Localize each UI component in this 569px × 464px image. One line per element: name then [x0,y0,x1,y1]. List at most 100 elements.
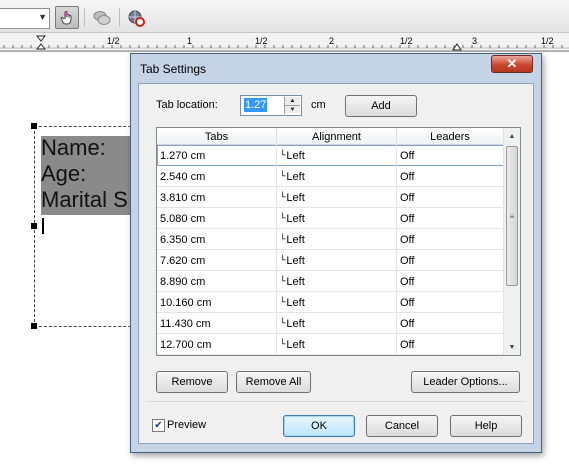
table-row[interactable]: 11.430 cm └ Left Off [157,313,504,334]
column-header-leaders[interactable]: Leaders [397,128,504,145]
alignment-cell[interactable]: └ Left [277,334,397,355]
preview-checkbox[interactable]: ✔ [152,419,165,432]
table-row[interactable]: 12.700 cm └ Left Off [157,334,504,355]
list-header: Tabs Alignment Leaders [157,128,504,145]
left-tab-icon: └ [280,276,286,287]
right-indent-marker-icon[interactable] [452,41,462,51]
leader-cell[interactable]: Off [397,166,504,187]
horizontal-ruler[interactable]: 1/2 1 1/2 2 1/2 3 1/2 [0,33,569,51]
ruler-mark: 1 [187,36,193,46]
left-tab-icon: └ [280,339,286,350]
table-row[interactable]: 1.270 cm └ Left Off [157,145,504,166]
remove-button[interactable]: Remove [156,371,228,393]
toolbar-separator [119,8,120,27]
tabs-list[interactable]: Tabs Alignment Leaders 1.270 cm └ Left Off 2… [156,127,521,356]
alignment-text: Left [286,254,305,267]
dialog-body: Tab location: 1.27 ▲ ▼ cm Add Tabs Align… [138,83,534,444]
leader-cell[interactable]: Off [397,250,504,271]
help-button[interactable]: Help [450,415,522,437]
alignment-text: Left [286,338,305,351]
ruler-mark: 3 [472,36,478,46]
tab-position-cell[interactable]: 10.160 cm [157,292,277,313]
scrollbar-thumb[interactable]: ≡ [506,146,518,286]
leader-cell[interactable]: Off [397,313,504,334]
table-row[interactable]: 3.810 cm └ Left Off [157,187,504,208]
alignment-cell[interactable]: └ Left [277,250,397,271]
left-tab-icon: └ [280,234,286,245]
alignment-cell[interactable]: └ Left [277,271,397,292]
alignment-text: Left [286,233,305,246]
leader-cell[interactable]: Off [397,145,504,166]
alignment-text: Left [286,212,305,225]
tab-position-cell[interactable]: 5.080 cm [157,208,277,229]
table-row[interactable]: 5.080 cm └ Left Off [157,208,504,229]
left-tab-icon: └ [280,255,286,266]
tab-position-cell[interactable]: 7.620 cm [157,250,277,271]
leader-cell[interactable]: Off [397,271,504,292]
ok-button[interactable]: OK [283,415,355,437]
leader-cell[interactable]: Off [397,187,504,208]
leader-cell[interactable]: Off [397,208,504,229]
table-row[interactable]: 8.890 cm └ Left Off [157,271,504,292]
leader-cell[interactable]: Off [397,334,504,355]
text-cursor [42,218,44,234]
left-tab-icon: └ [280,150,286,161]
hand-pointer-icon [60,10,72,24]
alignment-cell[interactable]: └ Left [277,313,397,334]
table-row[interactable]: 10.160 cm └ Left Off [157,292,504,313]
resize-handle[interactable] [31,123,37,129]
chevron-down-icon[interactable]: ▼ [38,12,47,22]
tab-position-cell[interactable]: 8.890 cm [157,271,277,292]
tab-position-cell[interactable]: 2.540 cm [157,166,277,187]
spin-down-icon[interactable]: ▼ [285,105,300,113]
chat-bubbles-icon [93,10,111,25]
tab-position-cell[interactable]: 1.270 cm [157,145,277,166]
alignment-cell[interactable]: └ Left [277,166,397,187]
indent-marker-icon[interactable] [36,35,46,51]
hand-pointer-button[interactable] [55,6,79,29]
alignment-cell[interactable]: └ Left [277,145,397,166]
table-row[interactable]: 2.540 cm └ Left Off [157,166,504,187]
alignment-text: Left [286,317,305,330]
table-row[interactable]: 6.350 cm └ Left Off [157,229,504,250]
column-header-alignment[interactable]: Alignment [277,128,397,145]
close-button[interactable]: ✕ [491,55,533,73]
alignment-cell[interactable]: └ Left [277,229,397,250]
tab-location-value[interactable]: 1.27 [244,98,268,112]
web-refresh-button[interactable] [124,6,148,29]
left-tab-icon: └ [280,297,286,308]
preview-label: Preview [167,419,207,431]
close-icon: ✕ [506,56,518,71]
add-button[interactable]: Add [345,95,417,117]
alignment-cell[interactable]: └ Left [277,208,397,229]
alignment-cell[interactable]: └ Left [277,187,397,208]
leader-options-button[interactable]: Leader Options... [411,371,520,393]
font-combo[interactable]: ▼ [0,8,50,29]
tab-location-spinner[interactable]: 1.27 ▲ ▼ [240,95,302,116]
scroll-up-icon[interactable]: ▲ [504,128,520,144]
spin-up-icon[interactable]: ▲ [285,97,300,105]
remove-all-button[interactable]: Remove All [236,371,311,393]
resize-handle[interactable] [31,223,37,229]
tab-position-cell[interactable]: 6.350 cm [157,229,277,250]
leader-cell[interactable]: Off [397,292,504,313]
tab-position-cell[interactable]: 12.700 cm [157,334,277,355]
resize-handle[interactable] [31,323,37,329]
alignment-text: Left [286,191,305,204]
comments-button[interactable] [90,6,114,29]
table-row[interactable]: 7.620 cm └ Left Off [157,250,504,271]
unit-label: cm [311,99,326,111]
leader-cell[interactable]: Off [397,229,504,250]
cancel-button[interactable]: Cancel [366,415,438,437]
tab-settings-dialog: Tab Settings ✕ Tab location: 1.27 ▲ ▼ cm… [130,53,542,453]
alignment-cell[interactable]: └ Left [277,292,397,313]
checkmark-icon: ✔ [154,419,163,431]
tab-position-cell[interactable]: 11.430 cm [157,313,277,334]
separator [147,401,525,402]
vertical-scrollbar[interactable]: ▲ ≡ ▼ [503,128,520,355]
tab-position-cell[interactable]: 3.810 cm [157,187,277,208]
column-header-tabs[interactable]: Tabs [157,128,277,145]
left-tab-icon: └ [280,171,286,182]
left-tab-icon: └ [280,318,286,329]
scroll-down-icon[interactable]: ▼ [504,339,520,355]
